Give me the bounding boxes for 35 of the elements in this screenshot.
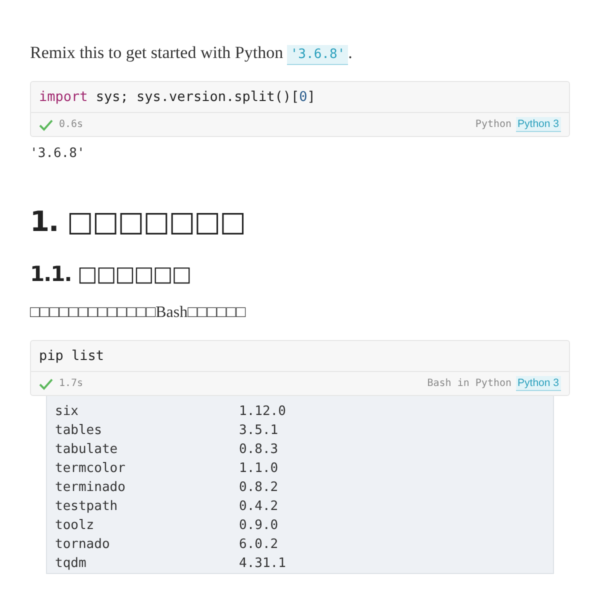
language-label: Python [475,119,512,130]
package-name: tornado [55,536,111,554]
package-version: 3.5.1 [239,422,280,440]
package-name: tables [55,422,103,440]
package-name: tqdm [55,555,88,573]
code-line: import sys; sys.version.split()[0] [31,82,569,113]
code-line: pip list [31,341,569,372]
package-version: 4.31.1 [239,555,287,573]
code-cell[interactable]: import sys; sys.version.split()[0] 0.6s Python Python 3 [30,81,570,137]
package-version: 6.0.2 [239,536,280,554]
inline-code: '3.6.8' [287,45,348,65]
package-name: termcolor [55,460,126,478]
cell-output: '3.6.8' [30,145,86,161]
check-icon [39,118,53,130]
section-heading: 1. □□□□□□□ [30,205,246,238]
package-version: 1.12.0 [239,403,287,421]
package-version: 0.8.2 [239,479,280,497]
package-name: six [55,403,80,421]
check-icon [39,378,53,390]
package-name: tabulate [55,441,119,459]
package-name: testpath [55,498,119,516]
run-time: 1.7s [59,378,84,389]
code-cell[interactable]: pip list 1.7s Bash in Python Python 3 [30,340,570,396]
package-version: 0.8.3 [239,441,280,459]
intro-period: . [348,43,352,62]
package-name: terminado [55,479,126,497]
subsection-heading: 1.1. □□□□□□ [30,262,192,286]
language-label: Bash in Python [427,378,512,389]
intro-text: Remix this to get started with Python [30,43,284,62]
package-version: 1.1.0 [239,460,280,478]
package-version: 0.9.0 [239,517,280,535]
paragraph: □□□□□□□□□□□□□Bash□□□□□□ [30,304,247,322]
package-name: toolz [55,517,96,535]
run-time: 0.6s [59,119,84,130]
package-version: 0.4.2 [239,498,280,516]
